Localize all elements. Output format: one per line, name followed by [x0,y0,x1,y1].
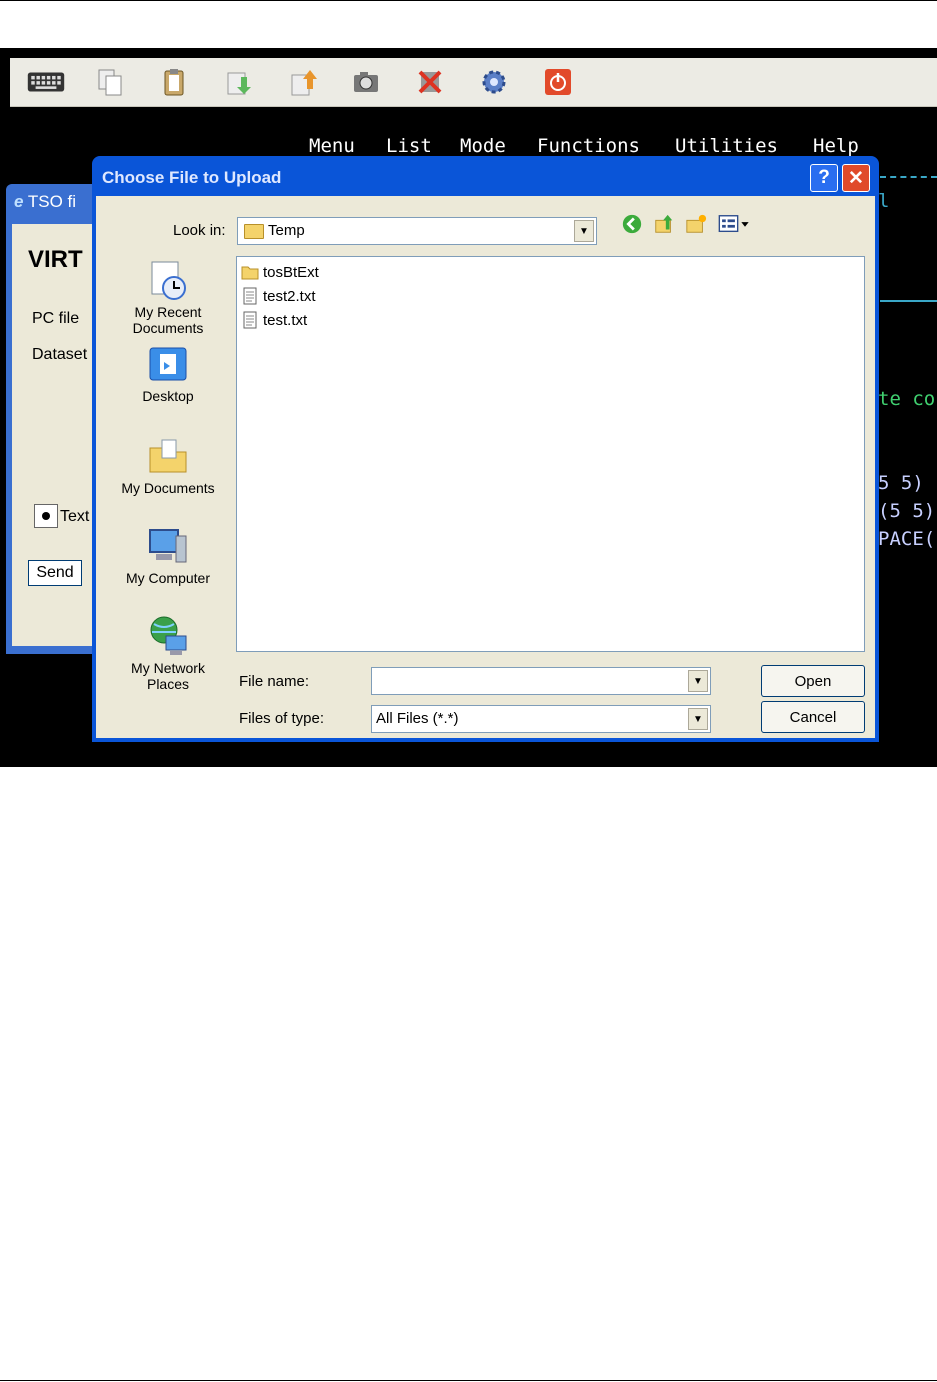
terminal-menu-help[interactable]: Help [813,135,859,157]
look-in-label: Look in: [173,222,226,239]
desktop-icon [146,342,190,386]
keyboard-icon[interactable] [24,66,68,98]
file-name: test.txt [263,311,308,329]
text-radio-button[interactable] [34,504,58,528]
copy-icon[interactable] [94,66,126,98]
terminal-menu-list[interactable]: List [386,135,432,157]
dialog-body: Look in: Temp ▼ My Recent Documents Desk… [96,196,875,738]
close-icon: ✕ [848,167,864,189]
emulator-toolbar [10,58,937,107]
screenshot: Menu List Mode Functions Utilities Help … [0,48,937,767]
send-button-label: Send [36,564,74,581]
top-rule [0,0,937,1]
terminal-menu-mode[interactable]: Mode [460,135,506,157]
download-icon[interactable] [222,66,254,98]
network-places-icon [146,614,190,658]
back-icon[interactable] [620,212,644,236]
upload-icon[interactable] [286,66,318,98]
place-label-line1: My Recent [134,304,202,320]
ie-icon: e [14,192,24,211]
list-item[interactable]: tosBtExt [241,261,319,283]
file-list[interactable]: tosBtExt test2.txt test.txt [236,256,865,652]
bottom-rule [0,1380,937,1381]
text-file-icon [241,287,259,305]
files-of-type-label: Files of type: [239,710,325,727]
radio-dot-icon [42,512,50,520]
look-in-value: Temp [268,222,305,239]
place-label-line2: Places [146,676,190,692]
list-item[interactable]: test2.txt [241,285,316,307]
terminal-menu-utilities[interactable]: Utilities [675,135,778,157]
new-folder-icon[interactable] [684,212,708,236]
view-menu-icon[interactable] [716,212,752,236]
place-label-line1: My Network [131,660,205,676]
list-item[interactable]: test.txt [241,309,307,331]
choose-file-dialog: Choose File to Upload ? ✕ Look in: Temp … [92,156,879,742]
open-button[interactable]: Open [761,665,865,697]
open-button-label: Open [794,672,832,690]
paste-icon[interactable] [158,66,190,98]
camera-icon[interactable] [350,66,382,98]
file-name: test2.txt [263,287,316,305]
dialog-title: Choose File to Upload [102,168,282,187]
text-radio-label: Text [60,508,90,525]
terminal-menu-menu[interactable]: Menu [309,135,355,157]
files-of-type-select[interactable]: All Files (*.*) ▼ [371,705,711,733]
places-bar: My Recent Documents Desktop My Documents [106,248,230,708]
chevron-down-icon[interactable]: ▼ [574,220,594,242]
power-icon[interactable] [542,66,574,98]
send-button[interactable]: Send [28,560,82,586]
folder-icon [241,263,259,281]
tso-heading: VIRT [28,246,83,273]
up-folder-icon[interactable] [652,212,676,236]
place-label-line1: Desktop [142,388,194,404]
tso-window-title: TSO fi [27,192,77,211]
recent-documents-icon [146,258,190,302]
terminal-dashed-line [880,176,937,178]
folder-icon [244,224,264,239]
chevron-down-icon[interactable]: ▼ [688,708,708,730]
chevron-down-icon[interactable]: ▼ [688,670,708,692]
pc-file-label: PC file [32,310,80,327]
terminal-line [880,300,937,302]
help-button[interactable]: ? [810,164,838,192]
close-button[interactable]: ✕ [842,164,870,192]
cancel-button[interactable]: Cancel [761,701,865,733]
terminal-fragment: 5 5) [878,472,924,494]
settings-gear-icon[interactable] [478,66,510,98]
text-file-icon [241,311,259,329]
dataset-label: Dataset [32,346,88,363]
files-of-type-value: All Files (*.*) [376,710,459,727]
place-label-line1: My Computer [125,570,211,586]
place-label-line2: Documents [132,320,204,336]
help-icon: ? [818,167,830,188]
look-in-combobox[interactable]: Temp ▼ [237,217,597,245]
place-my-network-places[interactable]: My Network Places [106,614,230,692]
my-documents-icon [146,434,190,478]
terminal-fragment: te co [878,388,936,410]
terminal-fragment: (5 5) [878,500,936,522]
file-name-label: File name: [239,673,310,690]
place-desktop[interactable]: Desktop [106,342,230,404]
my-computer-icon [146,524,190,568]
terminal-menu-functions[interactable]: Functions [537,135,640,157]
file-name: tosBtExt [263,263,319,281]
terminal-fragment: PACE( [878,528,936,550]
place-my-computer[interactable]: My Computer [106,524,230,586]
place-label-line1: My Documents [121,480,215,496]
cancel-button-label: Cancel [789,708,837,726]
file-name-input[interactable]: ▼ [371,667,711,695]
terminal-fragment: l [878,190,890,212]
place-recent-documents[interactable]: My Recent Documents [106,258,230,336]
place-my-documents[interactable]: My Documents [106,434,230,496]
disconnect-icon[interactable] [414,66,446,98]
